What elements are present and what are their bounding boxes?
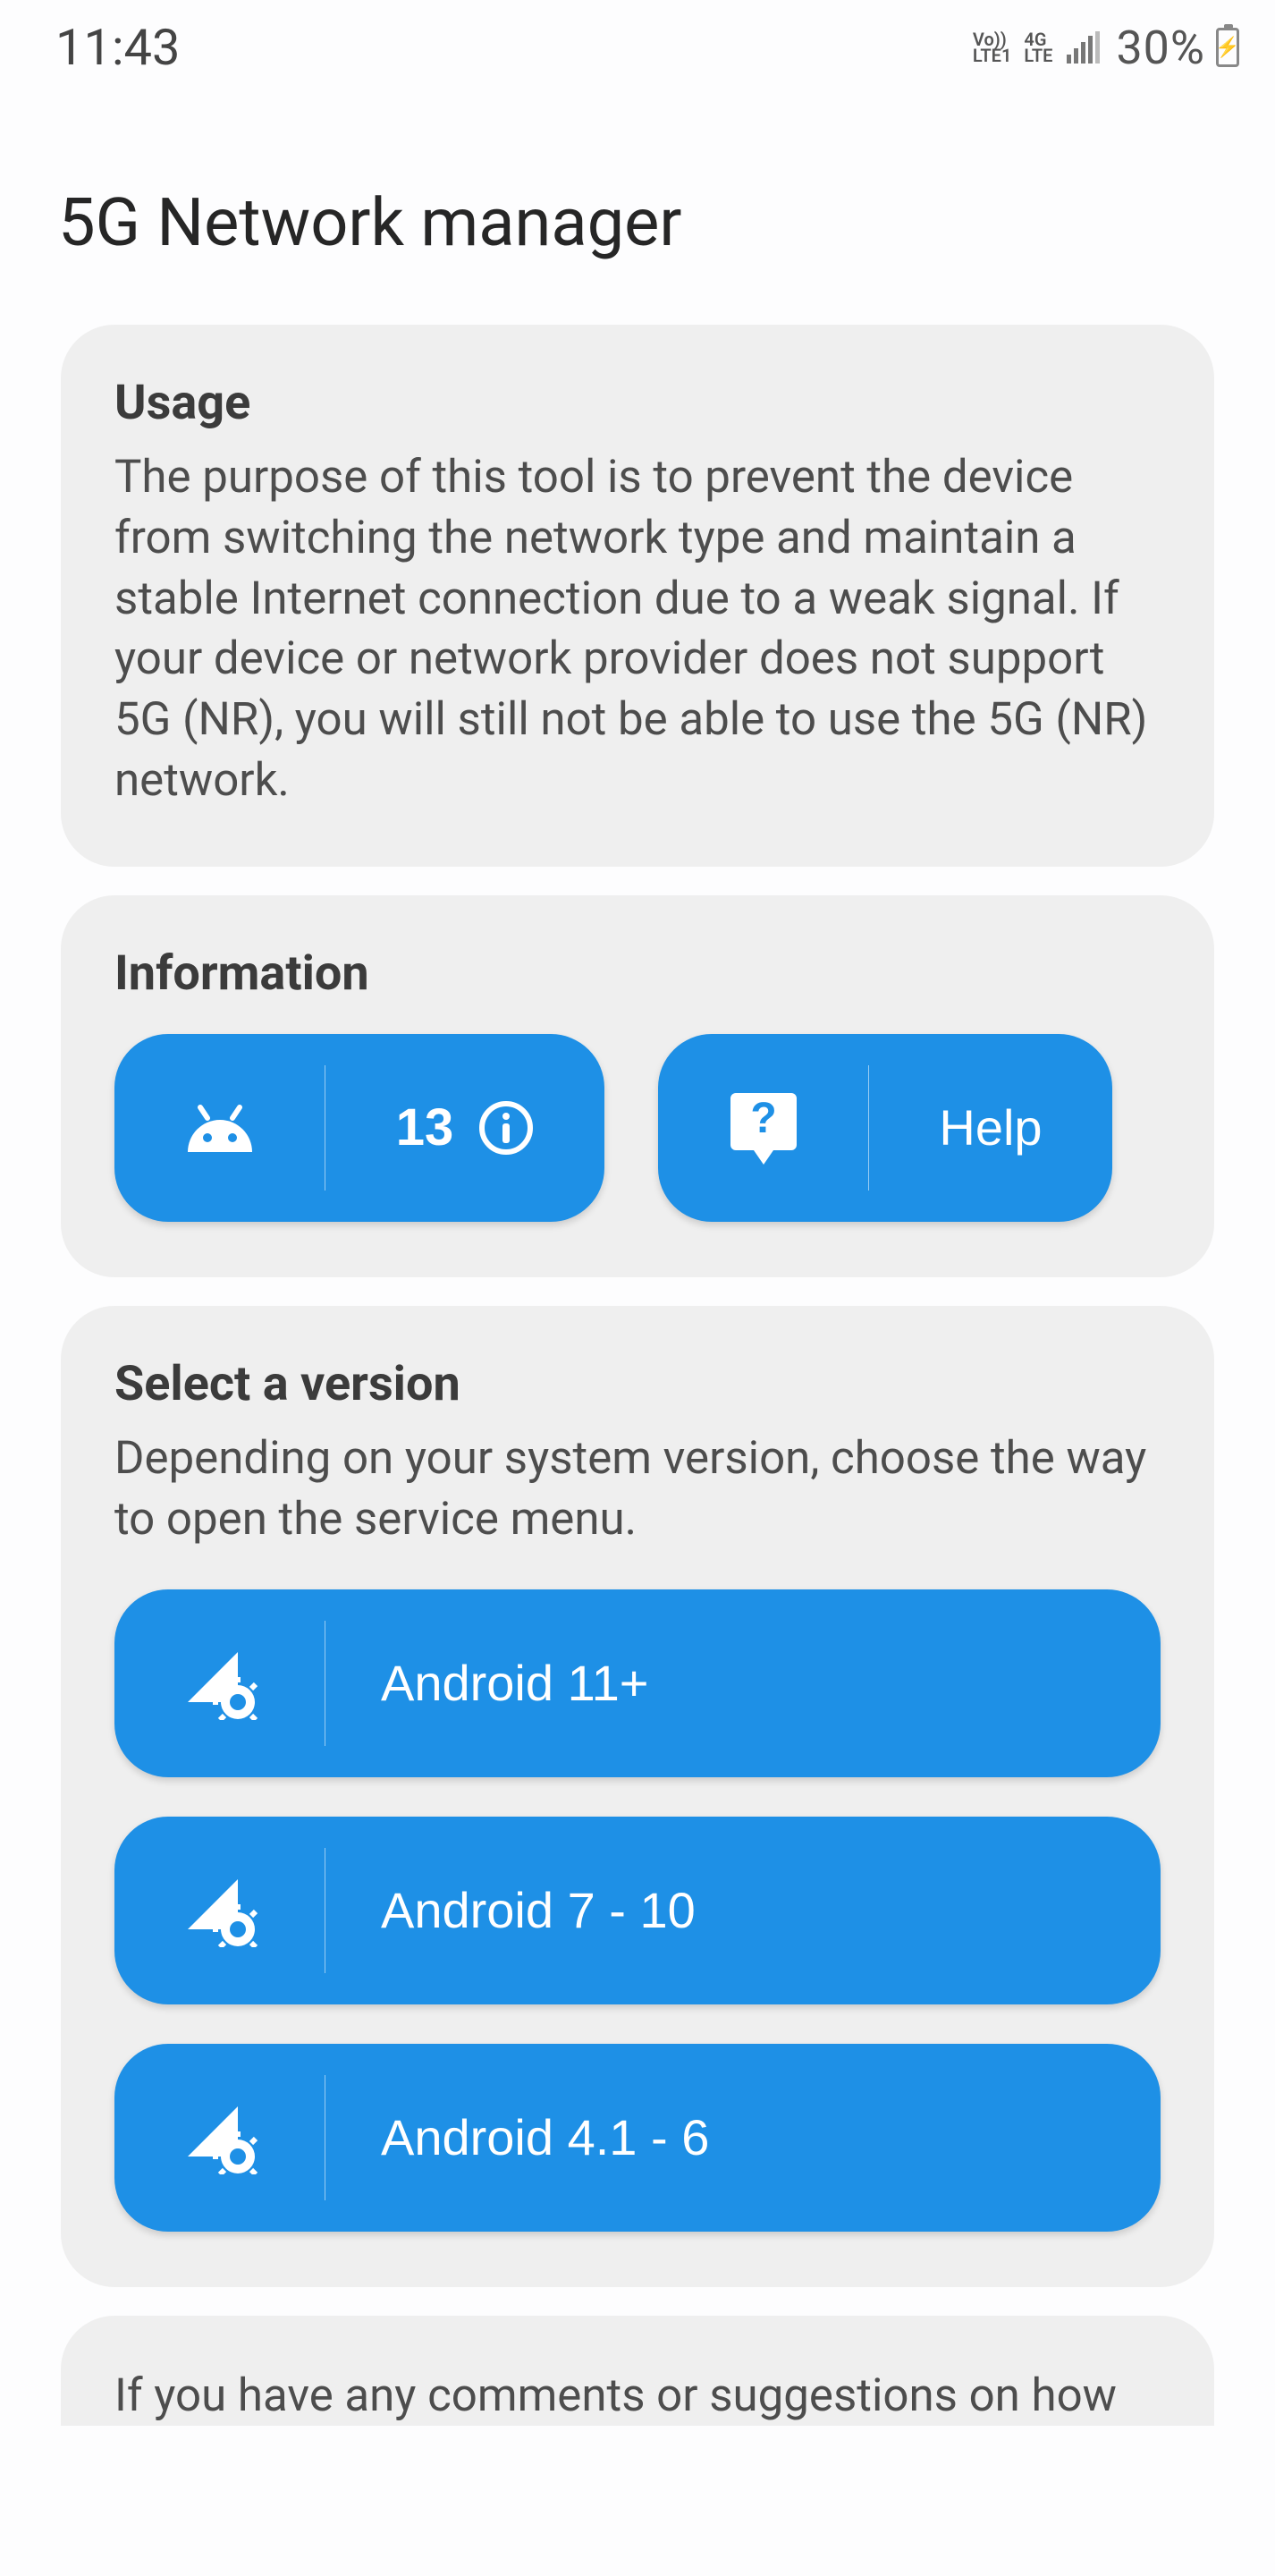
android-version-value: 13: [396, 1097, 454, 1157]
svg-text:?: ?: [750, 1095, 776, 1142]
page-title: 5G Network manager: [0, 77, 1275, 262]
volte-icon: Vo))LTE1: [973, 31, 1011, 64]
signal-settings-icon: [114, 1817, 325, 2004]
select-heading: Select a version: [114, 1356, 1161, 1412]
version-option-label: Android 11+: [325, 1654, 1161, 1712]
android-version-button[interactable]: 13: [114, 1034, 604, 1222]
signal-settings-icon: [114, 1589, 325, 1777]
usage-card: Usage The purpose of this tool is to pre…: [61, 325, 1214, 867]
version-option-label: Android 4.1 - 6: [325, 2108, 1161, 2166]
information-heading: Information: [114, 945, 1161, 1002]
battery-percent: 30%: [1116, 21, 1205, 75]
version-option-label: Android 7 - 10: [325, 1881, 1161, 1939]
battery-icon: [1216, 28, 1239, 67]
android-icon: [114, 1034, 325, 1222]
status-bar: 11:43 Vo))LTE1 4GLTE 30%: [0, 0, 1275, 77]
select-body: Depending on your system version, choose…: [114, 1428, 1161, 1550]
usage-body: The purpose of this tool is to prevent t…: [114, 447, 1161, 811]
signal-icon: [1067, 31, 1100, 64]
usage-heading: Usage: [114, 375, 1161, 431]
signal-settings-icon: [114, 2044, 325, 2232]
status-right: Vo))LTE1 4GLTE 30%: [973, 21, 1239, 75]
help-label: Help: [869, 1098, 1112, 1157]
status-time: 11:43: [55, 18, 180, 77]
version-option-android-7-10[interactable]: Android 7 - 10: [114, 1817, 1161, 2004]
4g-lte-icon: 4GLTE: [1024, 31, 1052, 64]
help-button[interactable]: ? Help: [658, 1034, 1112, 1222]
select-version-card: Select a version Depending on your syste…: [61, 1306, 1214, 2287]
version-option-android-11[interactable]: Android 11+: [114, 1589, 1161, 1777]
information-card: Information 13 ? Help: [61, 895, 1214, 1277]
feedback-body: If you have any comments or suggestions …: [114, 2366, 1161, 2427]
feedback-card: If you have any comments or suggestions …: [61, 2316, 1214, 2427]
version-option-android-4-6[interactable]: Android 4.1 - 6: [114, 2044, 1161, 2232]
help-icon: ?: [658, 1034, 868, 1222]
info-icon: [478, 1100, 534, 1156]
